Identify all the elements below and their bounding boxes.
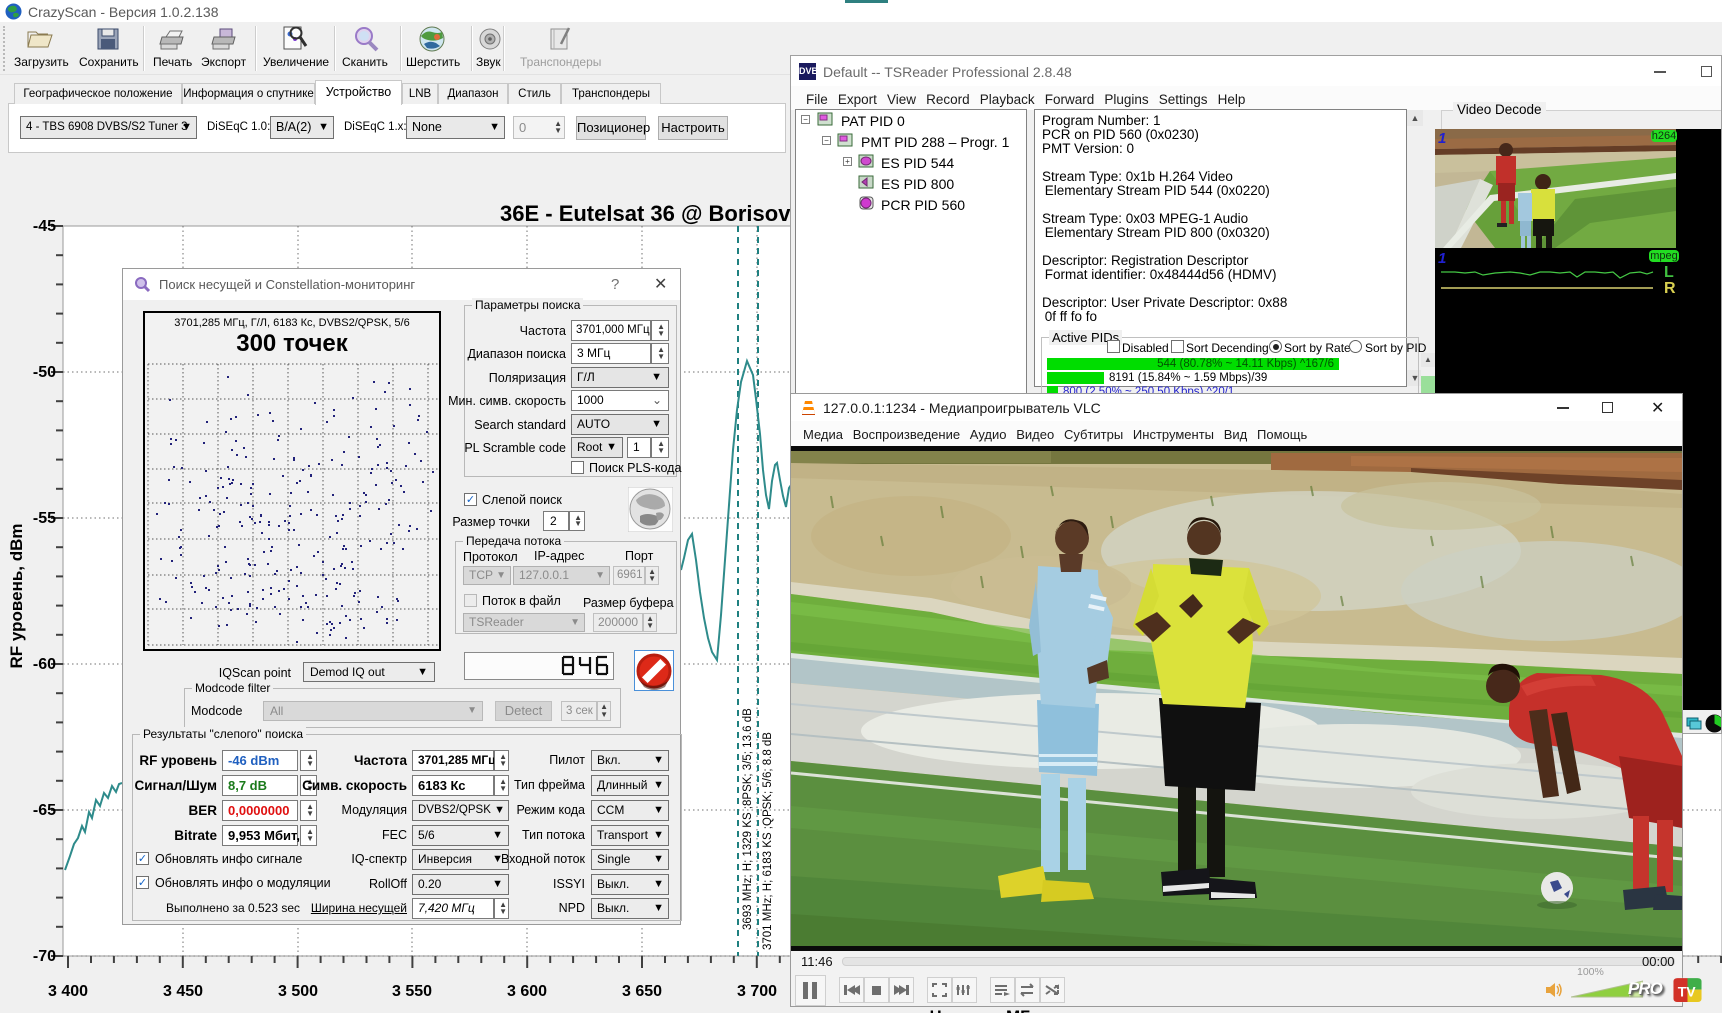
svg-text:-70: -70 [33, 948, 56, 965]
svg-text:3701 MHz; H; 6183 KS ;QPSK; 5/: 3701 MHz; H; 6183 KS ;QPSK; 5/6; 8.8 dB [762, 732, 774, 950]
svg-text:3 500: 3 500 [278, 983, 318, 1000]
svg-text:3 450: 3 450 [163, 983, 203, 1000]
svg-text:RF уровень, dBm: RF уровень, dBm [7, 523, 26, 668]
svg-text:3 550: 3 550 [392, 983, 432, 1000]
svg-text:-65: -65 [33, 802, 56, 819]
svg-text:3693 MHz; H; 1329 KS ;8PSK; 3/: 3693 MHz; H; 1329 KS ;8PSK; 3/5; 13.6 dB [742, 708, 754, 930]
svg-text:-55: -55 [33, 510, 56, 527]
svg-text:3 400: 3 400 [48, 983, 88, 1000]
svg-text:3 700: 3 700 [737, 983, 777, 1000]
svg-text:-50: -50 [33, 364, 56, 381]
svg-text:3 650: 3 650 [622, 983, 662, 1000]
svg-text:36E - Eutelsat 36 @ Borisov (5: 36E - Eutelsat 36 @ Borisov (5 [500, 201, 816, 226]
svg-text:-60: -60 [33, 656, 56, 673]
svg-text:TV: TV [1678, 983, 1697, 999]
svg-text:Частота, МГц: Частота, МГц [930, 1007, 1041, 1013]
svg-text:-45: -45 [33, 218, 56, 235]
svg-text:3 600: 3 600 [507, 983, 547, 1000]
